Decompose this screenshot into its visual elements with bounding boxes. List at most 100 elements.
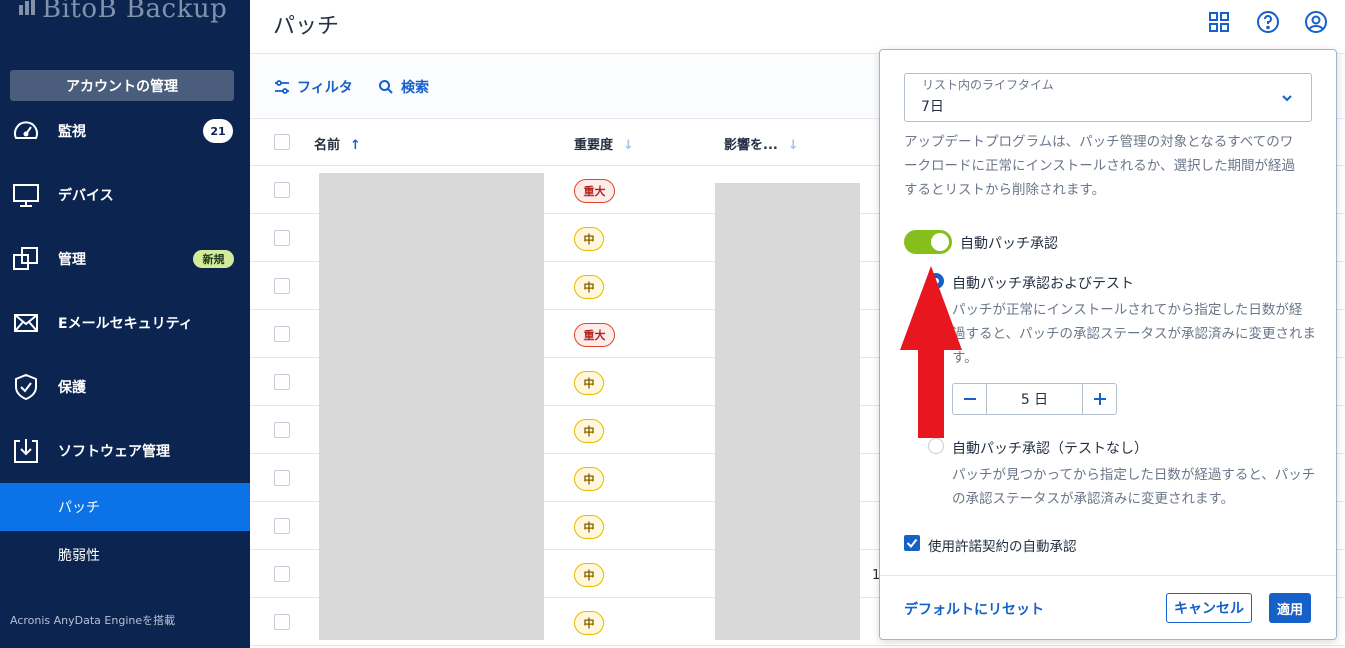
select-all-checkbox[interactable] bbox=[274, 134, 290, 150]
shield-icon bbox=[15, 373, 37, 401]
monitor-icon bbox=[13, 184, 39, 207]
sidebar-item-monitoring[interactable]: 監視 21 bbox=[0, 107, 250, 155]
sidebar-item-devices[interactable]: デバイス bbox=[0, 171, 250, 219]
lifetime-description: アップデートプログラムは、パッチ管理の対象となるすべてのワ ークロードに正常にイ… bbox=[904, 130, 1295, 202]
severity-badge: 中 bbox=[574, 275, 604, 299]
help-icon[interactable] bbox=[1256, 10, 1280, 34]
description-line: するとリストから削除されます。 bbox=[904, 182, 1106, 198]
sidebar-item-label: 管理 bbox=[58, 252, 86, 268]
sidebar-footer: Acronis AnyData Engineを搭載 bbox=[10, 614, 176, 627]
row-checkbox[interactable] bbox=[274, 422, 290, 438]
logo-bars-icon bbox=[19, 0, 35, 15]
increment-button[interactable] bbox=[1083, 384, 1116, 414]
row-checkbox[interactable] bbox=[274, 326, 290, 342]
column-label: 名前 bbox=[314, 138, 341, 153]
approve-and-test-description: パッチが正常にインストールされてから指定した日数が経 過すると、パッチの承認ステ… bbox=[952, 298, 1316, 370]
auto-approval-toggle[interactable] bbox=[904, 230, 952, 254]
cancel-button[interactable]: キャンセル bbox=[1166, 593, 1252, 623]
severity-badge: 中 bbox=[574, 611, 604, 635]
sidebar-item-email-security[interactable]: Eメールセキュリティ bbox=[0, 299, 250, 347]
lifetime-select-value: 7日 bbox=[921, 99, 944, 115]
row-checkbox[interactable] bbox=[274, 614, 290, 630]
filter-button[interactable]: フィルタ bbox=[274, 77, 353, 97]
eula-auto-accept-label: 使用許諾契約の自動承認 bbox=[928, 539, 1077, 555]
download-box-icon bbox=[14, 439, 38, 463]
sidebar-item-label: デバイス bbox=[58, 188, 114, 204]
search-button[interactable]: 検索 bbox=[378, 77, 429, 97]
column-header-name[interactable]: 名前 ↑ bbox=[314, 134, 361, 153]
severity-badge: 中 bbox=[574, 227, 604, 251]
search-icon bbox=[379, 80, 393, 94]
grid-icon[interactable] bbox=[1207, 10, 1231, 34]
mail-icon bbox=[14, 314, 38, 332]
sidebar-subitem-patches[interactable]: パッチ bbox=[0, 483, 250, 531]
row-checkbox[interactable] bbox=[274, 230, 290, 246]
sidebar-item-label: Eメールセキュリティ bbox=[58, 316, 193, 332]
page-title: パッチ bbox=[273, 14, 340, 39]
row-checkbox[interactable] bbox=[274, 374, 290, 390]
severity-badge: 重大 bbox=[574, 179, 615, 203]
description-line: パッチが正常にインストールされてから指定した日数が経 bbox=[952, 302, 1303, 318]
description-line: 過すると、パッチの承認ステータスが承認済みに変更されま bbox=[952, 326, 1316, 342]
chevron-down-icon bbox=[1282, 95, 1292, 102]
annotation-arrow-icon bbox=[900, 266, 962, 438]
row-checkbox[interactable] bbox=[274, 470, 290, 486]
description-line: ークロードに正常にインストールされるか、選択した期間が経過 bbox=[904, 158, 1295, 174]
row-checkbox[interactable] bbox=[274, 182, 290, 198]
lifetime-select-label: リスト内のライフタイム bbox=[922, 78, 1054, 92]
severity-badge: 重大 bbox=[574, 323, 615, 347]
apply-button[interactable]: 適用 bbox=[1269, 593, 1311, 623]
column-header-impact[interactable]: 影響を... ↓ bbox=[724, 134, 799, 153]
severity-badge: 中 bbox=[574, 467, 604, 491]
search-label: 検索 bbox=[401, 80, 429, 96]
sidebar-item-software-management[interactable]: ソフトウェア管理 bbox=[0, 427, 250, 475]
logo-text: BitoB Backup bbox=[42, 0, 228, 24]
plus-icon bbox=[1093, 393, 1106, 405]
severity-badge: 中 bbox=[574, 419, 604, 443]
sidebar-subitem-label: 脆弱性 bbox=[58, 548, 100, 564]
days-stepper: 5 日 bbox=[952, 383, 1117, 415]
auto-approval-label: 自動パッチ承認 bbox=[960, 236, 1058, 252]
sidebar-item-label: 監視 bbox=[58, 124, 86, 140]
gauge-icon bbox=[14, 121, 38, 139]
description-line: パッチが見つかってから指定した日数が経過すると、パッチ bbox=[952, 467, 1316, 483]
sidebar-subitem-vulnerabilities[interactable]: 脆弱性 bbox=[0, 531, 250, 579]
column-label: 影響を... bbox=[724, 138, 778, 153]
panel-divider bbox=[880, 575, 1336, 576]
description-line: の承認ステータスが承認済みに変更されます。 bbox=[952, 491, 1235, 507]
sidebar-item-protection[interactable]: 保護 bbox=[0, 363, 250, 411]
column-header-severity[interactable]: 重要度 ↓ bbox=[574, 134, 634, 153]
new-badge: 新規 bbox=[193, 250, 234, 268]
sort-desc-icon: ↓ bbox=[623, 138, 634, 153]
sidebar-item-management[interactable]: 管理 新規 bbox=[0, 235, 250, 283]
approve-without-test-label: 自動パッチ承認（テストなし） bbox=[952, 441, 1148, 457]
eula-auto-accept-checkbox[interactable] bbox=[904, 535, 920, 551]
user-icon[interactable] bbox=[1304, 10, 1328, 34]
severity-badge: 中 bbox=[574, 563, 604, 587]
sidebar-item-label: 保護 bbox=[58, 380, 86, 396]
days-stepper-value[interactable]: 5 日 bbox=[986, 384, 1083, 414]
severity-badge: 中 bbox=[574, 515, 604, 539]
sort-desc-icon: ↓ bbox=[787, 138, 799, 153]
sidebar-subitem-label: パッチ bbox=[58, 500, 100, 516]
row-checkbox[interactable] bbox=[274, 566, 290, 582]
reset-to-default-link[interactable]: デフォルトにリセット bbox=[904, 599, 1044, 619]
check-icon bbox=[906, 538, 918, 549]
filter-label: フィルタ bbox=[297, 80, 353, 96]
approve-without-test-description: パッチが見つかってから指定した日数が経過すると、パッチ の承認ステータスが承認済… bbox=[952, 463, 1315, 511]
approve-without-test-radio[interactable] bbox=[928, 438, 944, 454]
stack-icon bbox=[13, 247, 38, 270]
row-checkbox[interactable] bbox=[274, 278, 290, 294]
row-checkbox[interactable] bbox=[274, 518, 290, 534]
redacted-name-column bbox=[319, 173, 544, 640]
approve-and-test-label: 自動パッチ承認およびテスト bbox=[952, 276, 1134, 292]
account-management-button[interactable]: アカウントの管理 bbox=[10, 70, 234, 101]
app-logo: BitoB Backup bbox=[18, 0, 227, 24]
monitoring-count-badge: 21 bbox=[203, 119, 233, 143]
description-line: アップデートプログラムは、パッチ管理の対象となるすべてのワ bbox=[904, 134, 1294, 150]
sort-asc-icon: ↑ bbox=[350, 138, 361, 153]
sidebar: BitoB Backup アカウントの管理 監視 21 デバイス 管理 新規 E… bbox=[0, 0, 250, 648]
severity-badge: 中 bbox=[574, 371, 604, 395]
filter-icon bbox=[275, 80, 289, 94]
redacted-impact-column bbox=[715, 183, 860, 640]
